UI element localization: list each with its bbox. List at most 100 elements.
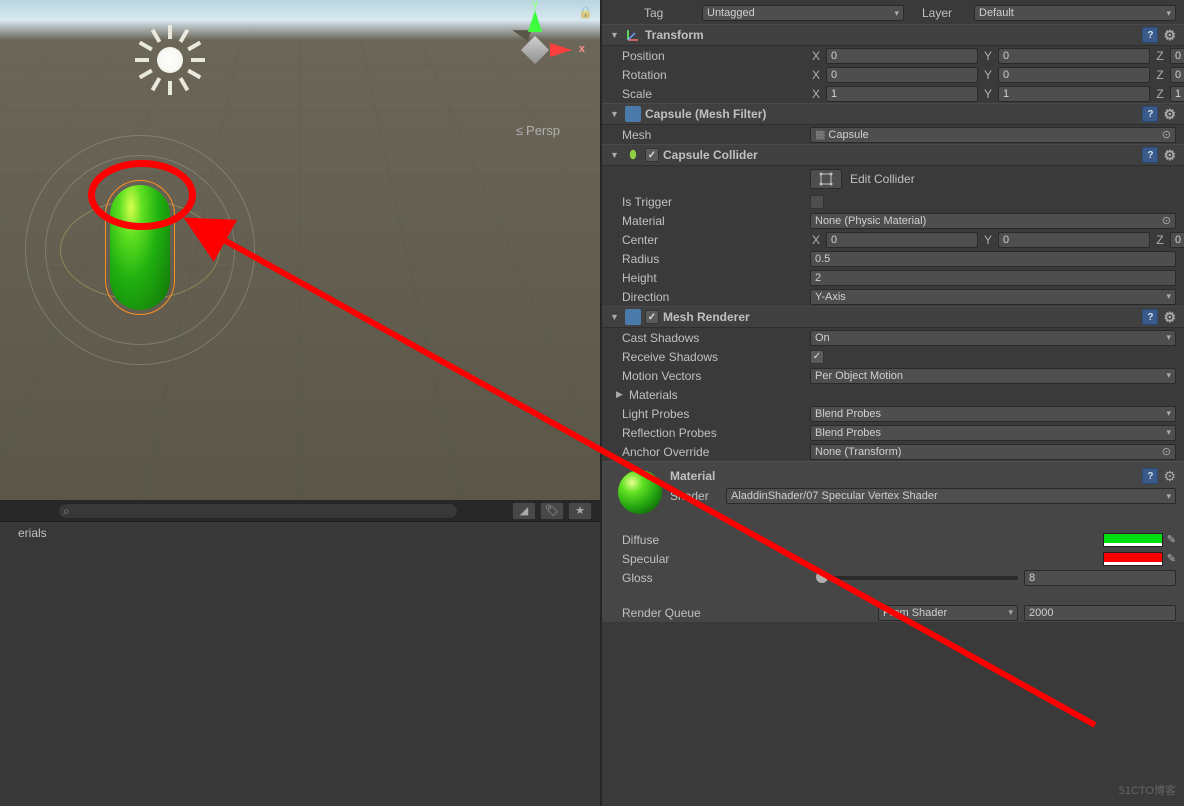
help-icon[interactable]: ? xyxy=(1142,147,1158,163)
project-tab[interactable]: erials xyxy=(8,523,57,543)
foldout-icon[interactable]: ▼ xyxy=(610,30,621,40)
scale-z[interactable] xyxy=(1170,86,1184,102)
cast-shadows-dropdown[interactable]: On xyxy=(810,330,1176,346)
gear-icon[interactable]: ⚙ xyxy=(1163,27,1176,44)
radius-field[interactable] xyxy=(810,251,1176,267)
phys-material-field[interactable]: None (Physic Material) xyxy=(810,213,1176,229)
tag-dropdown[interactable]: Untagged xyxy=(702,5,904,21)
favorites-icon[interactable]: ★ xyxy=(568,502,592,520)
rotation-y[interactable] xyxy=(998,67,1150,83)
reflection-probes-label: Reflection Probes xyxy=(610,426,810,440)
phys-material-label: Material xyxy=(610,214,810,228)
gloss-label: Gloss xyxy=(610,571,810,585)
directional-light-gizmo[interactable] xyxy=(135,25,205,95)
capsule-collider-icon: ⬮ xyxy=(625,147,641,163)
mesh-label: Mesh xyxy=(610,128,810,142)
direction-dropdown[interactable]: Y-Axis xyxy=(810,289,1176,305)
materials-label: Materials xyxy=(627,388,1176,402)
rotation-z[interactable] xyxy=(1170,67,1184,83)
diffuse-label: Diffuse xyxy=(610,533,1103,547)
help-icon[interactable]: ? xyxy=(1142,106,1158,122)
trigger-label: Is Trigger xyxy=(610,195,810,209)
help-icon[interactable]: ? xyxy=(1142,27,1158,43)
material-title: Material xyxy=(670,469,1142,483)
render-queue-value[interactable] xyxy=(1024,605,1176,621)
scale-x[interactable] xyxy=(826,86,978,102)
motion-vectors-dropdown[interactable]: Per Object Motion xyxy=(810,368,1176,384)
scale-label: Scale xyxy=(610,87,810,101)
gear-icon[interactable]: ⚙ xyxy=(1163,468,1176,485)
project-toolbar: ◢ 🏷 ★ xyxy=(0,500,600,522)
transform-icon xyxy=(625,27,641,43)
position-z[interactable] xyxy=(1170,48,1184,64)
scene-view[interactable]: 🔒 y x Persp xyxy=(0,0,600,500)
motion-vectors-label: Motion Vectors xyxy=(610,369,810,383)
light-probes-dropdown[interactable]: Blend Probes xyxy=(810,406,1176,422)
y-axis-label: y xyxy=(532,0,538,10)
label-icon[interactable]: 🏷 xyxy=(540,502,564,520)
foldout-icon[interactable]: ▼ xyxy=(610,150,621,160)
shader-label: Shader xyxy=(670,489,726,503)
collider-enabled-checkbox[interactable]: ✓ xyxy=(645,148,659,162)
collider-title: Capsule Collider xyxy=(663,148,1142,162)
direction-label: Direction xyxy=(610,290,810,304)
material-preview-sphere xyxy=(618,470,662,514)
scale-y[interactable] xyxy=(998,86,1150,102)
layer-label: Layer xyxy=(904,6,974,20)
specular-color-field[interactable] xyxy=(1103,552,1163,566)
center-z[interactable] xyxy=(1170,232,1184,248)
projection-label[interactable]: Persp xyxy=(516,123,560,138)
mesh-filter-title: Capsule (Mesh Filter) xyxy=(645,107,1142,121)
search-input[interactable] xyxy=(58,503,458,519)
annotation-ellipse xyxy=(88,160,196,230)
scene-gizmo[interactable]: y x xyxy=(490,5,580,95)
radius-label: Radius xyxy=(610,252,810,266)
height-label: Height xyxy=(610,271,810,285)
renderer-enabled-checkbox[interactable]: ✓ xyxy=(645,310,659,324)
transform-title: Transform xyxy=(645,28,1142,42)
trigger-checkbox[interactable] xyxy=(810,195,824,209)
rotation-x[interactable] xyxy=(826,67,978,83)
mesh-field[interactable]: ▦Capsule xyxy=(810,127,1176,143)
help-icon[interactable]: ? xyxy=(1142,309,1158,325)
foldout-icon[interactable]: ▼ xyxy=(610,109,621,119)
cast-shadows-label: Cast Shadows xyxy=(610,331,810,345)
y-axis-cone[interactable] xyxy=(528,10,542,32)
gloss-value[interactable] xyxy=(1024,570,1176,586)
center-y[interactable] xyxy=(998,232,1150,248)
eyedropper-icon[interactable]: ✎ xyxy=(1167,533,1176,546)
gear-icon[interactable]: ⚙ xyxy=(1163,106,1176,123)
x-axis-label: x xyxy=(579,43,585,55)
foldout-icon[interactable]: ▼ xyxy=(610,312,621,322)
position-y[interactable] xyxy=(998,48,1150,64)
layer-dropdown[interactable]: Default xyxy=(974,5,1176,21)
help-icon[interactable]: ? xyxy=(1142,468,1158,484)
anchor-field[interactable]: None (Transform) xyxy=(810,444,1176,460)
x-axis-cone[interactable] xyxy=(550,43,572,57)
gear-icon[interactable]: ⚙ xyxy=(1163,309,1176,326)
receive-shadows-checkbox[interactable]: ✓ xyxy=(810,350,824,364)
gear-icon[interactable]: ⚙ xyxy=(1163,147,1176,164)
mesh-filter-icon xyxy=(625,106,641,122)
specular-label: Specular xyxy=(610,552,1103,566)
position-x[interactable] xyxy=(826,48,978,64)
edit-collider-button[interactable] xyxy=(810,169,842,189)
inspector-panel: Tag Untagged Layer Default ▼ Transform ?… xyxy=(600,0,1184,806)
edit-collider-label: Edit Collider xyxy=(850,172,915,186)
position-label: Position xyxy=(610,49,810,63)
center-label: Center xyxy=(610,233,810,247)
mesh-renderer-icon xyxy=(625,309,641,325)
foldout-icon[interactable]: ▶ xyxy=(616,389,627,400)
render-queue-dropdown[interactable]: From Shader xyxy=(878,605,1018,621)
diffuse-color-field[interactable] xyxy=(1103,533,1163,547)
filter-icon[interactable]: ◢ xyxy=(512,502,536,520)
center-x[interactable] xyxy=(826,232,978,248)
shader-dropdown[interactable]: AladdinShader/07 Specular Vertex Shader xyxy=(726,488,1176,504)
eyedropper-icon[interactable]: ✎ xyxy=(1167,552,1176,565)
tag-label: Tag xyxy=(632,6,702,20)
rotation-label: Rotation xyxy=(610,68,810,82)
height-field[interactable] xyxy=(810,270,1176,286)
renderer-title: Mesh Renderer xyxy=(663,310,1142,324)
reflection-probes-dropdown[interactable]: Blend Probes xyxy=(810,425,1176,441)
gloss-slider[interactable] xyxy=(816,576,1018,580)
